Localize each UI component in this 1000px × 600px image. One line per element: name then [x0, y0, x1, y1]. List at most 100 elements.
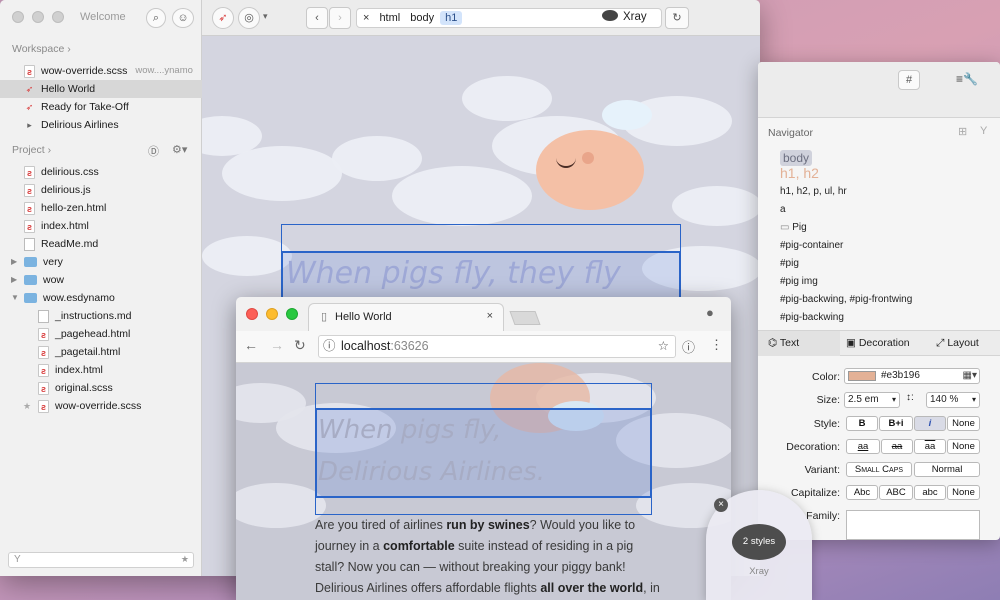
- sidebar: Welcome ⌕ ☺ Workspace › ƨ wow-override.sc…: [0, 0, 202, 576]
- decoration-none[interactable]: None: [947, 439, 980, 454]
- family-field[interactable]: [846, 510, 980, 540]
- new-tab-button[interactable]: [509, 311, 541, 325]
- style-bold[interactable]: B: [846, 416, 878, 431]
- dynamo-icon[interactable]: Ⓓ: [148, 143, 159, 159]
- decoration-overline[interactable]: aa: [914, 439, 946, 454]
- project-file[interactable]: ƨ delirious.js: [0, 181, 202, 199]
- filter-icon[interactable]: Y: [980, 125, 987, 137]
- nav-item[interactable]: #pig-backwing: [780, 312, 844, 323]
- project-folder[interactable]: ▼ wow.esdynamo: [0, 289, 202, 307]
- nav-item-pig[interactable]: ▭ Pig: [780, 222, 807, 233]
- target-icon[interactable]: ◎: [238, 7, 260, 29]
- workspace-section-title[interactable]: Workspace ›: [12, 43, 71, 55]
- html-file-icon: ƨ: [38, 363, 49, 377]
- project-file[interactable]: _instructions.md: [0, 307, 202, 325]
- close-icon[interactable]: ×: [363, 12, 369, 24]
- decoration-strikethrough[interactable]: aa: [881, 439, 913, 454]
- profile-icon[interactable]: ●: [706, 305, 714, 320]
- nav-item-body[interactable]: body: [780, 150, 813, 166]
- project-folder[interactable]: ▶ very: [0, 253, 202, 271]
- variant-normal[interactable]: Normal: [914, 462, 980, 477]
- nav-item[interactable]: #pig-backwing, #pig-frontwing: [780, 294, 912, 305]
- workspace-item[interactable]: ➶ Ready for Take-Off: [0, 98, 202, 116]
- settings-menu-icon[interactable]: ⚙▾: [172, 143, 187, 156]
- address-bar[interactable]: ⓘ localhost:63626 ☆: [318, 335, 676, 358]
- project-file[interactable]: ƨ _pagetail.html: [0, 343, 202, 361]
- extension-icon[interactable]: ⓘ: [682, 337, 695, 356]
- menu-icon[interactable]: ⋮: [710, 337, 723, 353]
- back-arrow-icon[interactable]: ←: [244, 337, 258, 353]
- size-field[interactable]: 2.5 em ▾: [844, 392, 900, 408]
- workspace-item[interactable]: ▸ Delirious Airlines: [0, 116, 202, 134]
- chevron-down-icon: ▾: [971, 395, 976, 404]
- browser-content[interactable]: When pigs fly, Delirious Airlines. Are y…: [236, 363, 731, 600]
- project-file[interactable]: ƨ hello-zen.html: [0, 199, 202, 217]
- xray-eye-icon[interactable]: 2 styles: [732, 524, 786, 560]
- add-folder-icon[interactable]: ⊞: [958, 125, 967, 138]
- color-field[interactable]: #e3b196 ▦▾: [844, 368, 980, 384]
- project-file[interactable]: ★ ƨ wow-override.scss: [0, 397, 202, 415]
- disclosure-down-icon[interactable]: ▼: [11, 289, 19, 307]
- margin-overlay: [315, 497, 652, 515]
- bookmark-star-icon[interactable]: ☆: [658, 336, 669, 357]
- tab-text[interactable]: ⌬ Text: [758, 331, 840, 356]
- favorite-filter-icon[interactable]: ★: [181, 554, 189, 565]
- nav-item[interactable]: a: [780, 204, 786, 215]
- close-tab-icon[interactable]: ×: [487, 310, 493, 322]
- disclosure-right-icon[interactable]: ▶: [11, 271, 17, 289]
- format-tools-icon[interactable]: ≡🔧: [956, 72, 978, 86]
- capitalize-lower[interactable]: abc: [914, 485, 946, 500]
- project-file[interactable]: ƨ _pagehead.html: [0, 325, 202, 343]
- filter-field[interactable]: Y ★: [8, 552, 194, 568]
- decoration-underline[interactable]: aa: [846, 439, 880, 454]
- text-icon: ⌬: [768, 337, 778, 349]
- variant-small-caps[interactable]: Small Caps: [846, 462, 912, 477]
- capitalize-title[interactable]: Abc: [846, 485, 878, 500]
- breadcrumb-body[interactable]: body: [410, 12, 434, 24]
- nav-item[interactable]: #pig: [780, 258, 799, 269]
- pig-image: [536, 130, 644, 210]
- project-file[interactable]: ƨ index.html: [0, 217, 202, 235]
- chevron-down-icon[interactable]: ▾: [263, 11, 268, 22]
- hash-button[interactable]: #: [898, 70, 920, 90]
- workspace-item[interactable]: ➶ Hello World: [0, 80, 202, 98]
- window-controls[interactable]: [12, 11, 72, 26]
- style-bold-italic[interactable]: B+i: [879, 416, 913, 431]
- forward-button[interactable]: ›: [329, 7, 351, 29]
- forward-arrow-icon[interactable]: →: [270, 337, 284, 353]
- breadcrumb-h1[interactable]: h1: [440, 11, 463, 25]
- close-icon[interactable]: ×: [714, 498, 728, 512]
- nav-item-h1-h2[interactable]: h1, h2: [780, 165, 819, 181]
- capitalize-upper[interactable]: ABC: [879, 485, 913, 500]
- headline: When pigs fly, they fly: [286, 256, 621, 291]
- smiley-icon[interactable]: ☺: [172, 8, 194, 28]
- project-file[interactable]: ReadMe.md: [0, 235, 202, 253]
- search-icon[interactable]: ⌕: [146, 8, 166, 28]
- disclosure-right-icon[interactable]: ▶: [11, 253, 17, 271]
- reload-icon[interactable]: ↻: [294, 337, 306, 354]
- tab-decoration[interactable]: ▣ Decoration: [846, 331, 910, 356]
- project-file[interactable]: ƨ delirious.css: [0, 163, 202, 181]
- nav-item[interactable]: h1, h2, p, ul, hr: [780, 186, 847, 197]
- project-file[interactable]: ƨ original.scss: [0, 379, 202, 397]
- capitalize-none[interactable]: None: [947, 485, 980, 500]
- back-button[interactable]: ‹: [306, 7, 328, 29]
- browser-window-controls[interactable]: [246, 308, 306, 323]
- project-section-title[interactable]: Project ›: [12, 144, 51, 156]
- color-picker-icon[interactable]: ▦▾: [963, 369, 977, 383]
- style-none[interactable]: None: [947, 416, 980, 431]
- tab-layout[interactable]: ⤢ Layout: [936, 331, 979, 356]
- nav-item[interactable]: #pig img: [780, 276, 818, 287]
- breadcrumb-html[interactable]: html: [379, 12, 400, 24]
- project-file[interactable]: ƨ index.html: [0, 361, 202, 379]
- workspace-item[interactable]: ƨ wow-override.scss wow....ynamo: [0, 62, 202, 80]
- nav-item[interactable]: #pig-container: [780, 240, 843, 251]
- project-folder[interactable]: ▶ wow: [0, 271, 202, 289]
- reload-button[interactable]: ↻: [665, 7, 689, 29]
- line-height-field[interactable]: 140 % ▾: [926, 392, 980, 408]
- browser-tab[interactable]: ▯ Hello World ×: [308, 303, 504, 331]
- tab-label: Layout: [947, 337, 979, 349]
- compass-button[interactable]: ➶: [212, 7, 234, 29]
- style-italic[interactable]: i: [914, 416, 946, 431]
- xray-toggle[interactable]: Xray: [602, 10, 647, 23]
